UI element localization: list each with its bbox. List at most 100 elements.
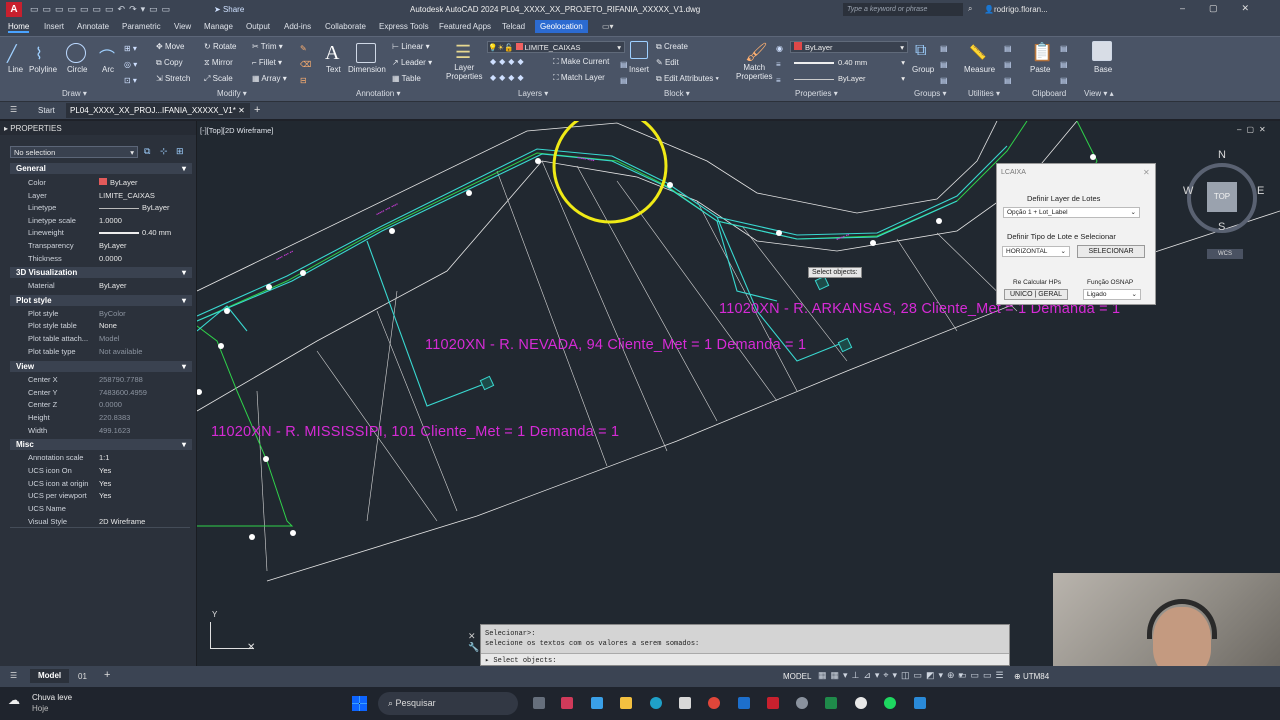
- circle-button[interactable]: Circle: [67, 65, 87, 74]
- line-button[interactable]: Line: [8, 65, 23, 74]
- layout-menu-icon[interactable]: ☰: [10, 671, 17, 680]
- tab-geolocation[interactable]: Geolocation: [535, 20, 588, 33]
- clipboard-side-icons[interactable]: ▤ ▤ ▤: [1060, 41, 1068, 89]
- modify-panel-title[interactable]: Modify ▾: [217, 89, 247, 98]
- osnap-select[interactable]: Ligado ⌄: [1083, 289, 1141, 300]
- tab-add-ins[interactable]: Add-ins: [284, 22, 311, 31]
- paste-icon[interactable]: 📋: [1030, 41, 1053, 62]
- measure-icon[interactable]: 📏: [968, 43, 988, 63]
- copy-button[interactable]: ⧉ Copy: [156, 58, 183, 68]
- compass-east[interactable]: E: [1257, 185, 1264, 197]
- text-button[interactable]: Text: [326, 65, 341, 74]
- move-button[interactable]: ✥ Move: [156, 42, 185, 51]
- search-input[interactable]: Type a keyword or phrase: [843, 3, 963, 16]
- coordinate-system[interactable]: ⊕ UTM84: [1014, 672, 1049, 681]
- properties-panel-title[interactable]: Properties ▾: [795, 89, 838, 98]
- lineweight-dropdown[interactable]: 0.40 mm ▾: [790, 57, 908, 69]
- selection-dropdown[interactable]: No selection ▾: [10, 146, 138, 158]
- vscode-icon[interactable]: [914, 697, 926, 709]
- new-tab-icon[interactable]: +: [254, 104, 260, 116]
- autocad-taskbar-icon[interactable]: [767, 697, 779, 709]
- type-select[interactable]: HORIZONTAL ⌄: [1002, 246, 1070, 257]
- file-explorer-icon[interactable]: [620, 697, 632, 709]
- tab-annotate[interactable]: Annotate: [77, 22, 109, 31]
- circle-icon[interactable]: [66, 43, 86, 63]
- arc-button[interactable]: Arc: [102, 65, 114, 74]
- prop-value-lineweight[interactable]: 0.40 mm: [99, 228, 171, 237]
- command-input[interactable]: ▸ Select objects:: [481, 653, 1009, 665]
- prop-value-linetype[interactable]: ByLayer: [99, 203, 170, 212]
- device-markers[interactable]: [479, 275, 853, 391]
- linear-button[interactable]: ⊢ Linear ▾: [392, 42, 430, 51]
- group-side-icons[interactable]: ▤ ▤ ▤: [940, 41, 948, 89]
- polyline-button[interactable]: Polyline: [29, 65, 57, 74]
- prop-value-annotation-scale[interactable]: 1:1: [99, 453, 109, 462]
- scale-button[interactable]: ⤢ Scale: [204, 74, 233, 84]
- dimension-icon[interactable]: [356, 43, 376, 63]
- drawing-viewport[interactable]: ▪▪▪▪▪ ▪▪▪▪ ▪▪▪▪▪ ▪▪▪ ▪▪▪▪ ▪▪▪▪ ▪▪▪ ▪▪ ▪▪…: [197, 121, 1280, 666]
- task-view-icon[interactable]: [533, 697, 545, 709]
- close-tab-icon[interactable]: ✕: [238, 106, 245, 115]
- base-button[interactable]: Base: [1094, 65, 1112, 74]
- utilities-side-icons[interactable]: ▤ ▤ ▤: [1004, 41, 1012, 89]
- status-toggle-icons-2[interactable]: ▭▭▭☰: [958, 670, 1008, 681]
- prop-value-ucs-per-viewport[interactable]: Yes: [99, 491, 111, 500]
- groups-panel-title[interactable]: Groups ▾: [914, 89, 946, 98]
- color-dropdown[interactable]: ByLayer ▾: [790, 41, 908, 53]
- edit-button[interactable]: ✎ Edit: [656, 58, 679, 67]
- view-panel-title[interactable]: View ▾ ▴: [1084, 89, 1114, 98]
- text-icon[interactable]: A: [324, 41, 344, 64]
- prop-value-visual-style[interactable]: 2D Wireframe: [99, 517, 145, 526]
- tab-insert[interactable]: Insert: [44, 22, 64, 31]
- viewport-window-controls[interactable]: –▢✕: [1237, 125, 1271, 134]
- tab-view[interactable]: View: [174, 22, 191, 31]
- prop-value-layer[interactable]: LIMITE_CAIXAS: [99, 191, 155, 200]
- tab-manage[interactable]: Manage: [204, 22, 233, 31]
- close-icon[interactable]: ✕: [1143, 168, 1150, 177]
- compass-west[interactable]: W: [1183, 185, 1193, 197]
- section-plot-style[interactable]: Plot style ▾: [10, 295, 192, 306]
- insert-icon[interactable]: [630, 41, 648, 59]
- layout-tab-01[interactable]: 01: [78, 672, 87, 681]
- group-icon[interactable]: ⧉: [914, 41, 934, 61]
- match-properties-icon[interactable]: 🖌: [744, 41, 768, 62]
- prop-value-ucs-icon-on[interactable]: Yes: [99, 466, 111, 475]
- group-button[interactable]: Group: [912, 65, 934, 74]
- user-menu[interactable]: 👤rodrigo.floran...: [984, 5, 1048, 14]
- viewcube-top-face[interactable]: TOP: [1207, 182, 1237, 212]
- match-properties-button[interactable]: Match Properties: [736, 63, 772, 81]
- layer-dropdown[interactable]: 💡☀🔓 LIMITE_CAIXAS ▾: [487, 41, 625, 53]
- edge-icon[interactable]: [650, 697, 662, 709]
- fillet-button[interactable]: ⌐ Fillet ▾: [252, 58, 282, 67]
- block-panel-title[interactable]: Block ▾: [664, 89, 690, 98]
- annotation-panel-title[interactable]: Annotation ▾: [356, 89, 401, 98]
- stretch-button[interactable]: ⇲ Stretch: [156, 74, 190, 83]
- properties-side-icons[interactable]: ◉ ≡ ≡: [776, 41, 783, 89]
- windows-start-icon[interactable]: [352, 696, 367, 711]
- obs-icon[interactable]: [855, 697, 867, 709]
- viewcube[interactable]: TOP N S W E WCS: [1183, 149, 1264, 269]
- arc-icon[interactable]: ⌒: [98, 43, 118, 67]
- search-icon[interactable]: ⌕: [968, 4, 972, 14]
- window-controls[interactable]: –▢✕: [1180, 3, 1273, 14]
- drawing-tab[interactable]: PL04_XXXX_XX_PROJ...IFANIA_XXXXX_V1* ✕: [66, 103, 250, 118]
- select-objects-icon[interactable]: ⊹: [160, 146, 168, 157]
- table-button[interactable]: ▦ Table: [392, 74, 421, 83]
- draw-panel-title[interactable]: Draw ▾: [62, 89, 87, 98]
- command-line-close-icon[interactable]: ✕ 🔧: [468, 631, 479, 653]
- line-icon[interactable]: ╱: [6, 43, 26, 63]
- prop-value-linetype-scale[interactable]: 1.0000: [99, 216, 122, 225]
- text-nevada[interactable]: 11020XN - R. NEVADA, 94 Cliente_Met = 1 …: [425, 337, 806, 353]
- quick-access-toolbar[interactable]: ▭▭▭▭▭▭▭↶↷▾▭▭: [30, 4, 208, 15]
- prop-value-color[interactable]: ByLayer: [99, 178, 138, 187]
- model-space-button[interactable]: MODEL: [783, 672, 811, 681]
- modify-extra-icons[interactable]: ✎ ⌫ ⊟: [300, 41, 311, 89]
- tab-output[interactable]: Output: [246, 22, 270, 31]
- make-current-button[interactable]: ⛶ Make Current: [553, 57, 609, 67]
- section-3d-visualization[interactable]: 3D Visualization ▾: [10, 267, 192, 278]
- layer-option-select[interactable]: Opção 1 + Lot_Label ⌄: [1003, 207, 1140, 218]
- trim-button[interactable]: ✂ Trim ▾: [252, 42, 283, 51]
- copilot-icon[interactable]: [591, 697, 603, 709]
- command-line[interactable]: Selecionar>: selecione os textos com os …: [480, 624, 1010, 666]
- linetype-dropdown[interactable]: ByLayer ▾: [790, 73, 908, 85]
